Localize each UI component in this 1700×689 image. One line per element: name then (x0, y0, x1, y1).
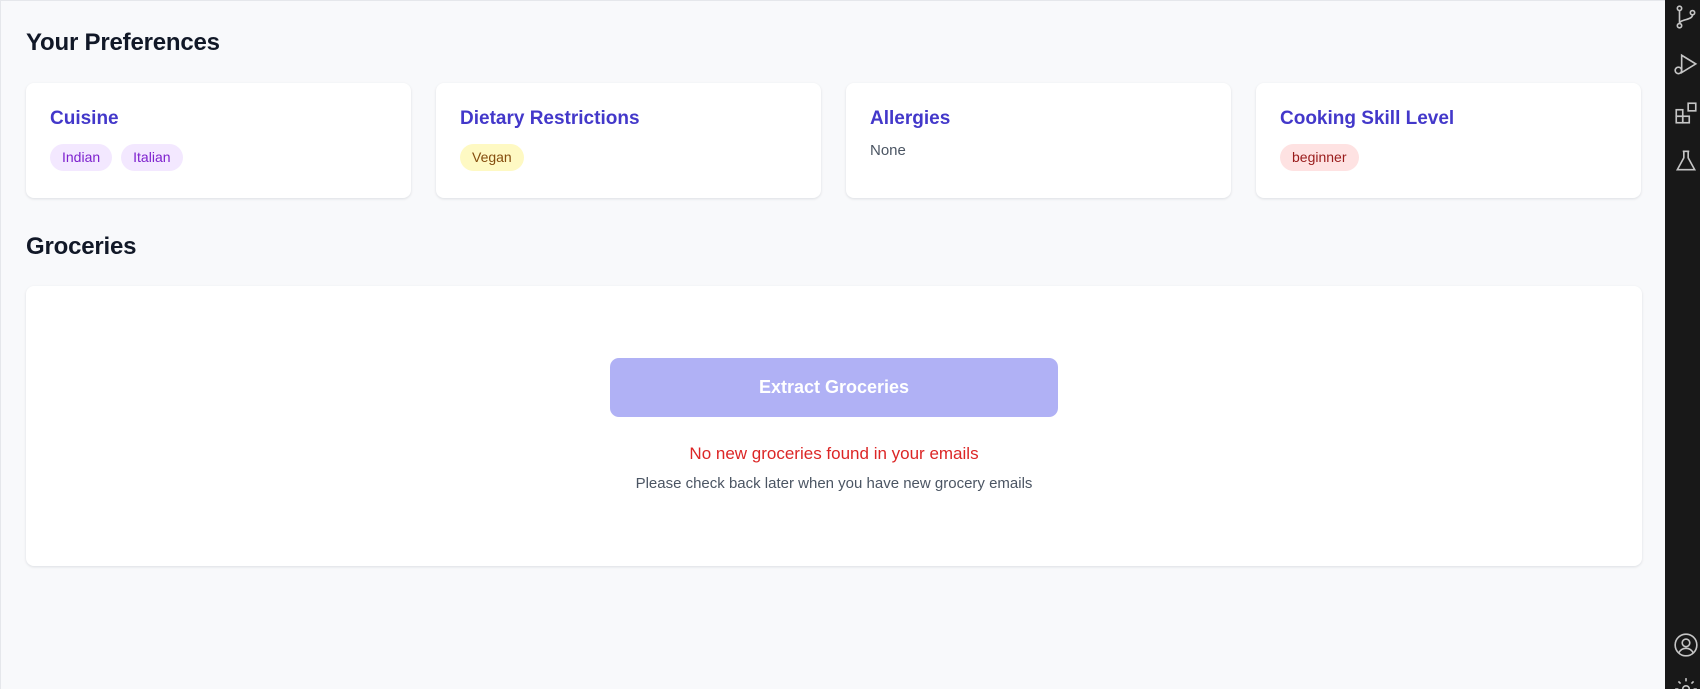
testing-icon[interactable] (1673, 148, 1699, 174)
main-content: Your Preferences Cuisine Indian Italian … (0, 0, 1665, 689)
extensions-icon[interactable] (1673, 100, 1699, 126)
allergies-value: None (870, 142, 906, 159)
cooking-skill-card-title: Cooking Skill Level (1280, 108, 1455, 129)
no-groceries-hint: Please check back later when you have ne… (635, 475, 1033, 492)
extract-groceries-button[interactable]: Extract Groceries (610, 358, 1058, 417)
settings-gear-icon[interactable] (1673, 676, 1699, 689)
cuisine-tags: Indian Italian (50, 144, 387, 171)
dietary-tags: Vegan (460, 144, 797, 171)
dietary-tag: Vegan (460, 144, 524, 171)
groceries-heading: Groceries (26, 233, 137, 260)
allergies-card-title: Allergies (870, 108, 951, 129)
page: Your Preferences Cuisine Indian Italian … (0, 0, 1700, 689)
activity-bar (1665, 0, 1700, 689)
allergies-card: Allergies None (846, 83, 1231, 198)
run-debug-icon[interactable] (1673, 52, 1699, 78)
skill-level-tag: beginner (1280, 144, 1359, 171)
dietary-restrictions-card: Dietary Restrictions Vegan (436, 83, 821, 198)
source-control-icon[interactable] (1673, 4, 1699, 30)
preferences-heading: Your Preferences (26, 29, 220, 56)
cuisine-card: Cuisine Indian Italian (26, 83, 411, 198)
no-groceries-message: No new groceries found in your emails (689, 444, 979, 463)
cuisine-tag: Indian (50, 144, 113, 171)
cooking-skill-card: Cooking Skill Level beginner (1256, 83, 1641, 198)
skill-tags: beginner (1280, 144, 1617, 171)
dietary-restrictions-card-title: Dietary Restrictions (460, 108, 640, 129)
cuisine-card-title: Cuisine (50, 108, 119, 129)
cuisine-tag: Italian (121, 144, 183, 171)
groceries-panel: Extract Groceries No new groceries found… (26, 286, 1642, 566)
account-icon[interactable] (1673, 632, 1699, 658)
